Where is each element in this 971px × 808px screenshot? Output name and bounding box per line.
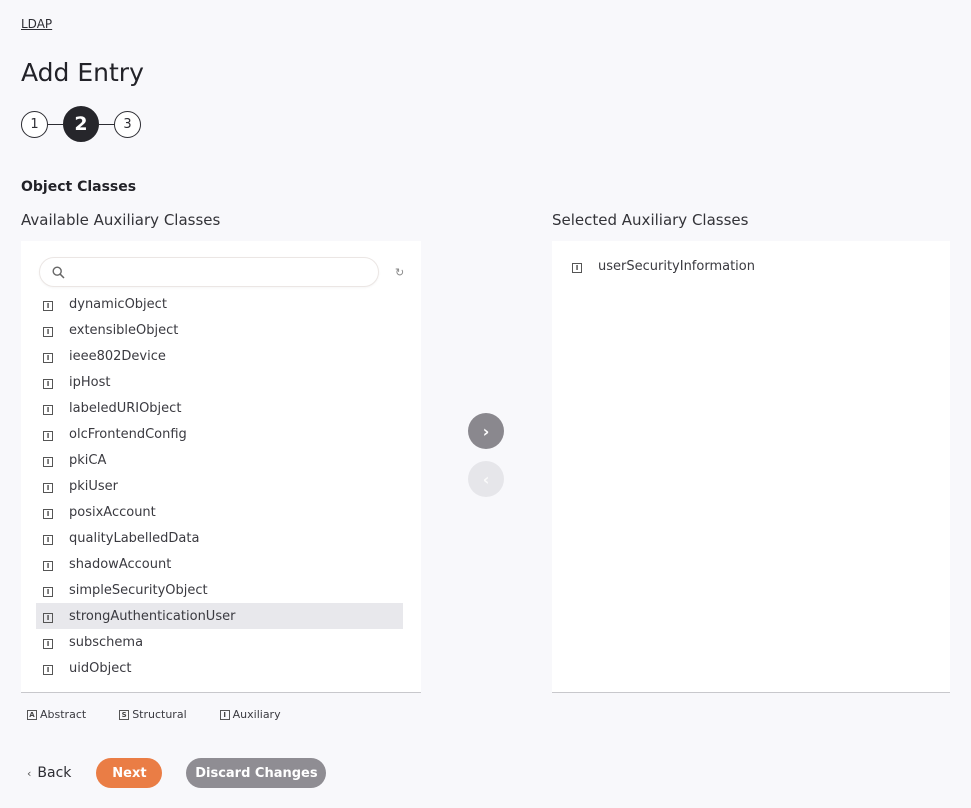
class-name: simpleSecurityObject [69, 582, 208, 598]
breadcrumb-ldap[interactable]: LDAP [21, 17, 52, 31]
class-name: dynamicObject [69, 296, 167, 312]
auxiliary-type-icon: I [43, 638, 53, 649]
class-name: uidObject [69, 660, 132, 676]
stepper: 1 2 3 [21, 106, 141, 142]
class-name: userSecurityInformation [598, 258, 755, 274]
auxiliary-type-icon: I [43, 352, 53, 363]
chevron-left-icon: ‹ [27, 766, 32, 780]
selected-classes-list: IuserSecurityInformation [572, 253, 939, 279]
class-list-item[interactable]: IsimpleSecurityObject [36, 577, 403, 603]
class-list-item[interactable]: IuidObject [36, 655, 403, 681]
auxiliary-type-icon: I [43, 482, 53, 493]
legend-auxiliary: I Auxiliary [219, 708, 281, 721]
legend-label: Auxiliary [232, 708, 281, 721]
class-name: qualityLabelledData [69, 530, 200, 546]
class-list-item[interactable]: Isubschema [36, 629, 403, 655]
class-list-item[interactable]: IextensibleObject [36, 317, 403, 343]
class-name: subschema [69, 634, 144, 650]
auxiliary-type-icon: I [43, 378, 53, 389]
class-list-item[interactable]: Iieee802Device [36, 343, 403, 369]
back-button[interactable]: ‹ Back [27, 765, 71, 781]
auxiliary-type-icon: I [43, 534, 53, 545]
abstract-icon: A [27, 709, 37, 720]
auxiliary-type-icon: I [43, 300, 53, 311]
class-list-item[interactable]: IpkiUser [36, 473, 403, 499]
auxiliary-type-icon: I [43, 612, 53, 623]
next-button[interactable]: Next [96, 758, 163, 788]
back-label: Back [37, 765, 72, 781]
class-name: strongAuthenticationUser [69, 608, 236, 624]
auxiliary-type-icon: I [43, 456, 53, 467]
remove-class-button[interactable]: ‹ [468, 461, 504, 497]
legend-label: Structural [132, 708, 187, 721]
class-name: olcFrontendConfig [69, 426, 187, 442]
auxiliary-icon: I [219, 709, 230, 720]
step-connector [48, 123, 63, 125]
discard-changes-button[interactable]: Discard Changes [186, 758, 327, 788]
available-classes-list: IdynamicObject IextensibleObject Iieee802D… [36, 291, 403, 681]
legend-label: Abstract [40, 708, 87, 721]
class-list-item[interactable]: IpkiCA [36, 447, 403, 473]
available-classes-panel: ↻ IdynamicObject IextensibleObject Iieee80… [21, 241, 421, 693]
step-2-active[interactable]: 2 [63, 106, 99, 142]
class-name: ipHost [69, 374, 111, 390]
selected-classes-label: Selected Auxiliary Classes [552, 211, 749, 229]
class-list-item[interactable]: IposixAccount [36, 499, 403, 525]
auxiliary-type-icon: I [43, 404, 53, 415]
class-name: pkiUser [69, 478, 119, 494]
class-list-item[interactable]: IqualityLabelledData [36, 525, 403, 551]
auxiliary-type-icon: I [43, 508, 53, 519]
auxiliary-type-icon: I [43, 326, 53, 337]
class-name: extensibleObject [69, 322, 179, 338]
step-1[interactable]: 1 [21, 110, 48, 138]
class-type-legend: A Abstract S Structural I Auxiliary [27, 708, 314, 721]
class-list-item[interactable]: IlabeledURIObject [36, 395, 403, 421]
legend-abstract: A Abstract [27, 708, 86, 721]
available-classes-label: Available Auxiliary Classes [21, 211, 221, 229]
search-box[interactable] [39, 257, 379, 287]
class-list-item[interactable]: IipHost [36, 369, 403, 395]
class-list-item[interactable]: IstrongAuthenticationUser [36, 603, 403, 629]
class-list-item[interactable]: IshadowAccount [36, 551, 403, 577]
search-input[interactable] [74, 262, 364, 282]
step-connector [99, 123, 114, 125]
legend-structural: S Structural [119, 708, 187, 721]
selected-classes-panel: IuserSecurityInformation [552, 241, 950, 693]
class-name: shadowAccount [69, 556, 172, 572]
class-name: ieee802Device [69, 348, 166, 364]
auxiliary-type-icon: I [43, 560, 53, 571]
class-list-item[interactable]: IolcFrontendConfig [36, 421, 403, 447]
auxiliary-type-icon: I [43, 664, 53, 675]
class-name: posixAccount [69, 504, 156, 520]
auxiliary-type-icon: I [572, 262, 582, 273]
class-list-item[interactable]: IdynamicObject [36, 291, 403, 317]
add-class-button[interactable]: › [468, 413, 504, 449]
structural-icon: S [119, 709, 130, 720]
auxiliary-type-icon: I [43, 430, 53, 441]
class-list-item[interactable]: IuserSecurityInformation [572, 253, 939, 279]
section-title: Object Classes [21, 179, 137, 195]
search-icon [52, 266, 65, 279]
step-3[interactable]: 3 [114, 110, 141, 138]
auxiliary-type-icon: I [43, 586, 53, 597]
refresh-icon[interactable]: ↻ [395, 266, 404, 279]
footer-actions: ‹ Back Next Discard Changes [27, 758, 327, 788]
page-title: Add Entry [21, 58, 144, 87]
class-name: labeledURIObject [69, 400, 182, 416]
class-name: pkiCA [69, 452, 107, 468]
